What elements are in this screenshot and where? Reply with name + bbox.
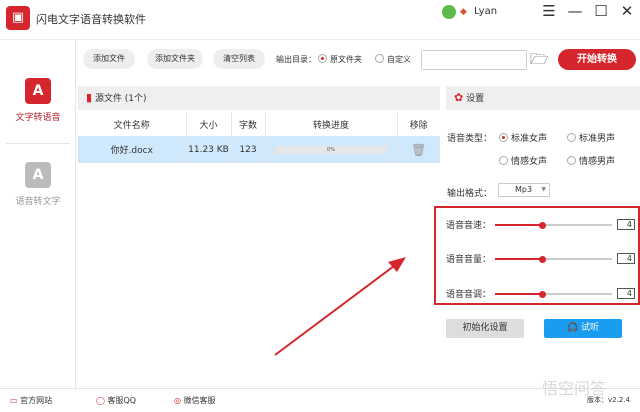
footer-label: 官方网站 xyxy=(20,396,53,405)
footer-label: 微信客服 xyxy=(183,396,216,405)
qq-support-link[interactable]: ◯ 客服QQ xyxy=(96,395,136,406)
official-website-link[interactable]: ▭ 官方网站 xyxy=(10,395,52,406)
version-label: 版本：v2.2.4 xyxy=(587,396,630,404)
qq-icon: ◯ xyxy=(96,396,108,405)
wechat-support-icon: ◎ xyxy=(174,396,184,405)
footer-label: 客服QQ xyxy=(107,396,137,405)
monitor-icon: ▭ xyxy=(10,396,21,405)
annotation-arrow xyxy=(274,257,406,356)
wechat-support-link[interactable]: ◎ 微信客服 xyxy=(174,395,216,406)
